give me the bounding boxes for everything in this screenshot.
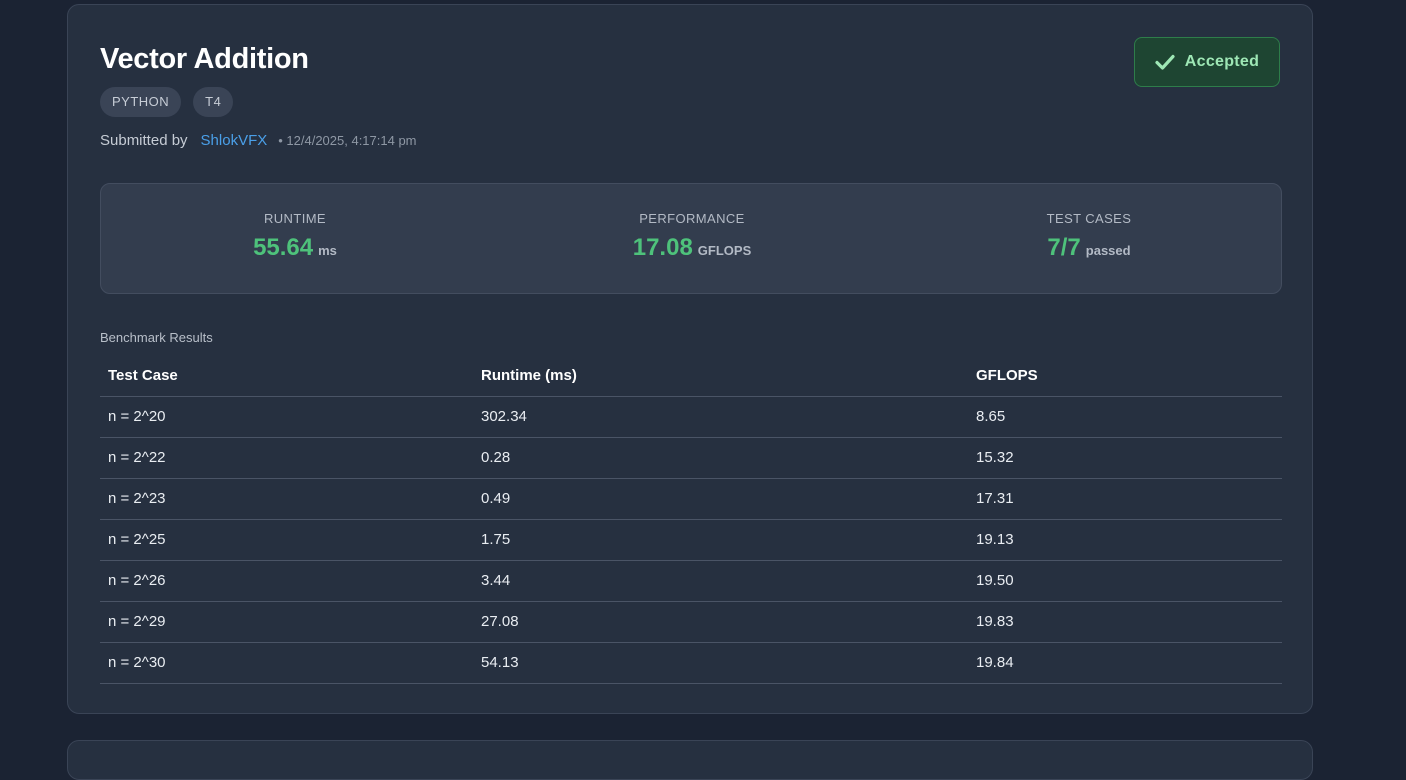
performance-unit: GFLOPS [697,243,752,258]
performance-value: 17.08 [632,234,693,261]
status-badge: Accepted [1134,37,1280,87]
cell-runtime: 27.08 [473,601,968,643]
cell-test-case: n = 2^25 [100,519,473,561]
cell-gflops: 19.13 [968,519,1282,561]
table-row: n = 2^26 3.44 19.50 [100,560,1282,602]
cell-test-case: n = 2^29 [100,601,473,643]
cell-runtime: 1.75 [473,519,968,561]
cell-gflops: 15.32 [968,437,1282,479]
runtime-label: RUNTIME [263,211,327,226]
cell-runtime: 3.44 [473,560,968,602]
cell-test-case: n = 2^20 [100,396,473,438]
runtime-value: 55.64 [253,234,314,261]
benchmark-table: Test Case Runtime (ms) GFLOPS n = 2^20 3… [100,355,1282,684]
runtime-stat: RUNTIME 55.64 ms [145,211,445,262]
table-row: n = 2^25 1.75 19.13 [100,519,1282,561]
cell-gflops: 8.65 [968,396,1282,438]
table-row: n = 2^23 0.49 17.31 [100,478,1282,520]
gpu-tag: T4 [193,87,234,117]
language-tag: PYTHON [100,87,182,117]
cell-runtime: 302.34 [473,396,968,438]
submission-meta: Submitted by ShlokVFX • 12/4/2025, 4:17:… [100,132,417,149]
test-cases-label: TEST CASES [1046,211,1132,226]
table-row: n = 2^22 0.28 15.32 [100,437,1282,479]
table-row: n = 2^30 54.13 19.84 [100,642,1282,684]
submission-timestamp: • 12/4/2025, 4:17:14 pm [278,133,417,148]
benchmark-section-label: Benchmark Results [100,330,213,345]
stats-panel: RUNTIME 55.64 ms PERFORMANCE 17.08 GFLOP… [100,183,1282,294]
table-row: n = 2^29 27.08 19.83 [100,601,1282,643]
test-cases-unit: passed [1085,243,1131,258]
header-runtime: Runtime (ms) [473,355,968,397]
status-label: Accepted [1184,53,1260,70]
submitted-by-label: Submitted by [100,132,188,149]
cell-test-case: n = 2^23 [100,478,473,520]
test-cases-stat: TEST CASES 7/7 passed [939,211,1239,262]
page-title: Vector Addition [100,43,309,75]
cell-runtime: 0.28 [473,437,968,479]
cell-gflops: 19.83 [968,601,1282,643]
test-cases-value: 7/7 [1047,234,1081,261]
cell-runtime: 0.49 [473,478,968,520]
header-gflops: GFLOPS [968,355,1282,397]
author-link[interactable]: ShlokVFX [201,132,268,149]
next-submission-card [67,740,1313,780]
cell-gflops: 19.50 [968,560,1282,602]
cell-gflops: 19.84 [968,642,1282,684]
cell-runtime: 54.13 [473,642,968,684]
check-icon [1155,54,1175,70]
performance-label: PERFORMANCE [639,211,745,226]
header-test-case: Test Case [100,355,473,397]
table-header-row: Test Case Runtime (ms) GFLOPS [100,355,1282,397]
cell-test-case: n = 2^26 [100,560,473,602]
table-row: n = 2^20 302.34 8.65 [100,396,1282,438]
tag-list: PYTHON T4 [100,87,234,117]
runtime-unit: ms [318,243,337,258]
performance-stat: PERFORMANCE 17.08 GFLOPS [542,211,842,262]
cell-test-case: n = 2^22 [100,437,473,479]
cell-gflops: 17.31 [968,478,1282,520]
cell-test-case: n = 2^30 [100,642,473,684]
submission-card: Vector Addition PYTHON T4 Submitted by S… [67,4,1313,714]
